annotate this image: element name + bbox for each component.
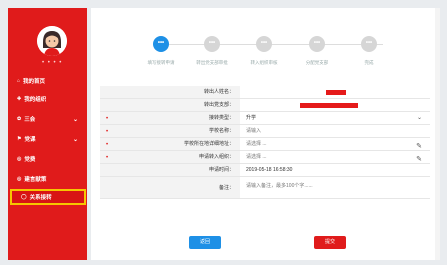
chat-icon: ◎ (17, 176, 22, 182)
nav-label: 党费 (24, 157, 36, 163)
redacted-block (300, 103, 358, 108)
main-panel: ••• ••• ••• ••• ••• 填写接转申请 转出党支部审批 转入组织审… (91, 8, 435, 260)
transfer-branch-value (240, 99, 430, 111)
field-label: 学校所在地详细地址： (100, 138, 240, 150)
form-row-branch: 转出党支部： (100, 99, 430, 112)
field-label: 转出人姓名： (100, 86, 240, 98)
target-org-select[interactable]: 请选择 ... ✎ (240, 151, 430, 163)
step-3-indicator: ••• (256, 36, 272, 52)
required-marker: • (106, 142, 109, 148)
back-button[interactable]: 返回 (189, 236, 221, 249)
nav-item-meetings[interactable]: ✿ 三会 ⌄ (8, 112, 87, 126)
nav-item-home[interactable]: ⌂ 我的首页 (8, 74, 87, 88)
progress-steps: ••• ••• ••• ••• ••• 填写接转申请 转出党支部审批 转入组织审… (139, 36, 399, 66)
school-address-select[interactable]: 请选择 ... ✎ (240, 138, 430, 150)
form-row-remarks: 备注： 请输入备注，最多100个字...... (100, 177, 430, 199)
form-row-school: • 学校名称： 请输入 (100, 125, 430, 138)
required-marker: • (106, 116, 109, 122)
nav-label: 党课 (24, 137, 36, 143)
apply-time-value: 2019-05-18 16:58:30 (246, 167, 293, 173)
step-4-indicator: ••• (309, 36, 325, 52)
required-marker: • (106, 129, 109, 135)
step-1-indicator: ••• (153, 36, 169, 52)
transfer-icon: ◯ (21, 194, 27, 200)
nav-item-transfer[interactable]: ◯ 关系接转 (10, 189, 86, 205)
nav-item-organization[interactable]: ✚ 我的组织 (8, 92, 87, 106)
submit-button[interactable]: 提交 (314, 236, 346, 249)
avatar-dots: • • • • (42, 60, 63, 66)
form-row-name: 转出人姓名： (100, 86, 430, 99)
required-marker: • (106, 155, 109, 161)
nav-item-lessons[interactable]: ⚑ 党课 ⌄ (8, 132, 87, 146)
step-5-indicator: ••• (361, 36, 377, 52)
redacted-block (326, 90, 346, 95)
field-label: 学校名称： (100, 125, 240, 137)
step-5-label: 完成 (364, 60, 374, 65)
field-label: 申请时间： (100, 164, 240, 176)
field-label: 接转类型： (100, 112, 240, 124)
gear-icon: ✿ (17, 116, 22, 122)
form-row-type: • 接转类型： 升学 ⌄ (100, 112, 430, 125)
form-row-date: 申请时间： 2019-05-18 16:58:30 (100, 164, 430, 177)
form-row-target-org: • 申请转入组织： 请选择 ... ✎ (100, 151, 430, 164)
chevron-down-icon: ⌄ (72, 136, 78, 143)
app-frame: • • • • ⌂ 我的首页 ✚ 我的组织 ✿ 三会 ⌄ ⚑ 党课 ⌄ ◎ 党费… (0, 0, 447, 265)
home-icon: ⌂ (17, 78, 21, 84)
nav-item-suggestions[interactable]: ◎ 建言献策 (8, 172, 87, 186)
chevron-down-icon: ⌄ (416, 115, 422, 121)
form-row-address: • 学校所在地详细地址： 请选择 ... ✎ (100, 138, 430, 151)
step-3-label: 转入组织审核 (250, 60, 278, 65)
sidebar: • • • • ⌂ 我的首页 ✚ 我的组织 ✿ 三会 ⌄ ⚑ 党课 ⌄ ◎ 党费… (8, 8, 87, 260)
remarks-textarea[interactable]: 请输入备注，最多100个字...... (240, 177, 430, 198)
chevron-down-icon: ⌄ (72, 116, 78, 123)
field-label: 转出党支部： (100, 99, 240, 111)
nav-label: 建言献策 (24, 177, 47, 183)
group-icon: ✚ (17, 96, 22, 102)
transfer-form: 转出人姓名： 转出党支部： • 接转类型： 升学 ⌄ • 学校名称： 请输入 •… (100, 86, 430, 199)
field-label: 申请转入组织： (100, 151, 240, 163)
scrollbar[interactable] (435, 8, 440, 260)
nav-label: 我的首页 (23, 79, 46, 85)
step-2-indicator: ••• (204, 36, 220, 52)
transfer-type-select[interactable]: 升学 ⌄ (240, 112, 430, 124)
nav-label: 三会 (24, 117, 36, 123)
avatar[interactable] (37, 26, 67, 56)
nav-label: 我的组织 (24, 97, 47, 103)
transfer-person-name-value (240, 86, 430, 98)
nav-item-fees[interactable]: ◎ 党费 (8, 152, 87, 166)
step-1-label: 填写接转申请 (147, 60, 175, 65)
step-2-label: 转出党支部审批 (196, 60, 228, 65)
school-name-input[interactable]: 请输入 (240, 125, 430, 137)
step-4-label: 分配党支部 (305, 60, 329, 65)
badge-icon: ◎ (17, 156, 22, 162)
nav-label: 关系接转 (29, 195, 52, 201)
flag-icon: ⚑ (17, 136, 22, 142)
field-label: 备注： (100, 177, 240, 198)
